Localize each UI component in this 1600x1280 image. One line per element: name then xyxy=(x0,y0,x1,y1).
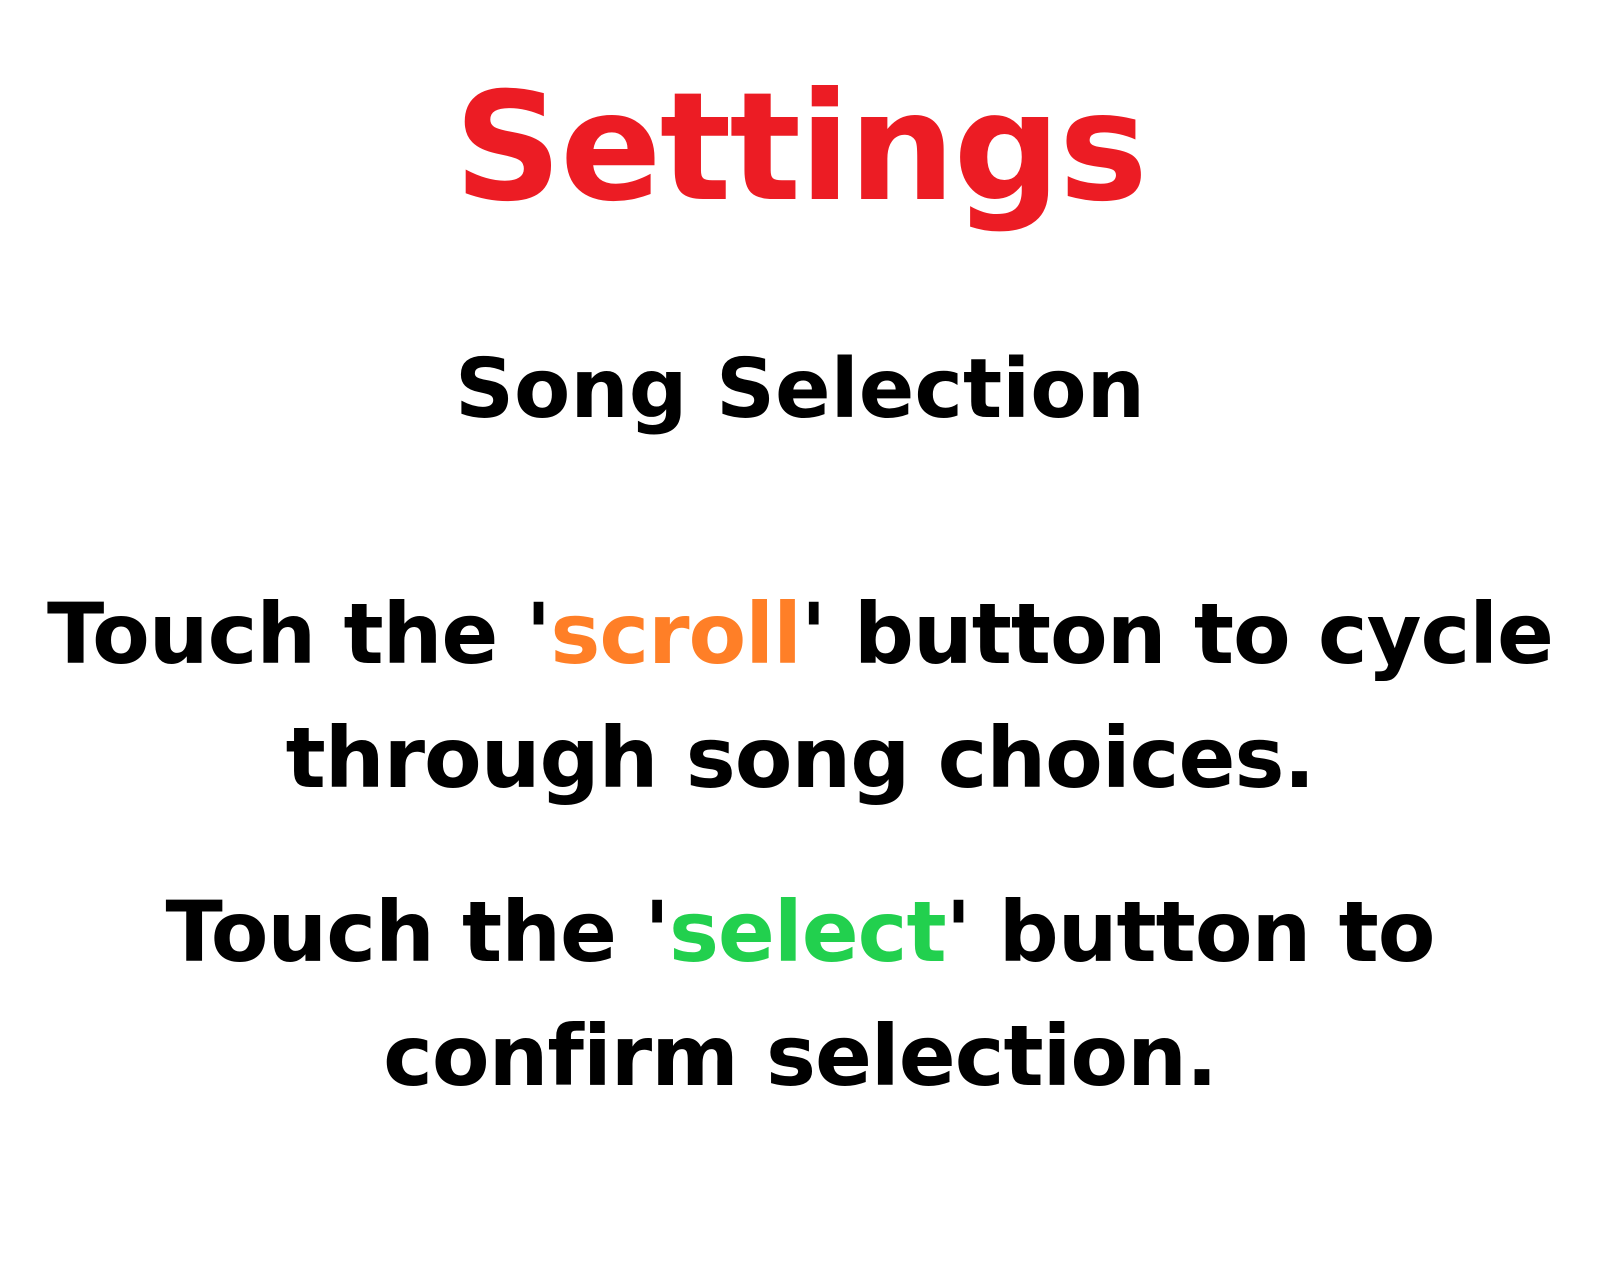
scroll-instruction-line-1: Touch the 'scroll' button to cycle xyxy=(0,572,1600,696)
section-subtitle: Song Selection xyxy=(454,342,1146,437)
scroll-button-keyword: scroll xyxy=(550,585,802,683)
scroll-instruction-prefix: Touch the ' xyxy=(46,585,551,683)
scroll-instruction: Touch the 'scroll' button to cycle throu… xyxy=(0,572,1600,820)
settings-screen: Settings Song Selection Touch the 'scrol… xyxy=(0,0,1600,1280)
select-instruction-line-1: Touch the 'select' button to xyxy=(0,870,1600,994)
select-instruction: Touch the 'select' button to confirm sel… xyxy=(0,870,1600,1118)
scroll-instruction-line-2: through song choices. xyxy=(285,709,1316,807)
select-instruction-line-2: confirm selection. xyxy=(383,1007,1218,1105)
scroll-instruction-suffix: ' button to cycle xyxy=(800,585,1554,683)
select-button-keyword: select xyxy=(668,883,947,981)
select-instruction-prefix: Touch the ' xyxy=(165,883,670,981)
page-title: Settings xyxy=(453,61,1148,235)
select-instruction-suffix: ' button to xyxy=(945,883,1436,981)
